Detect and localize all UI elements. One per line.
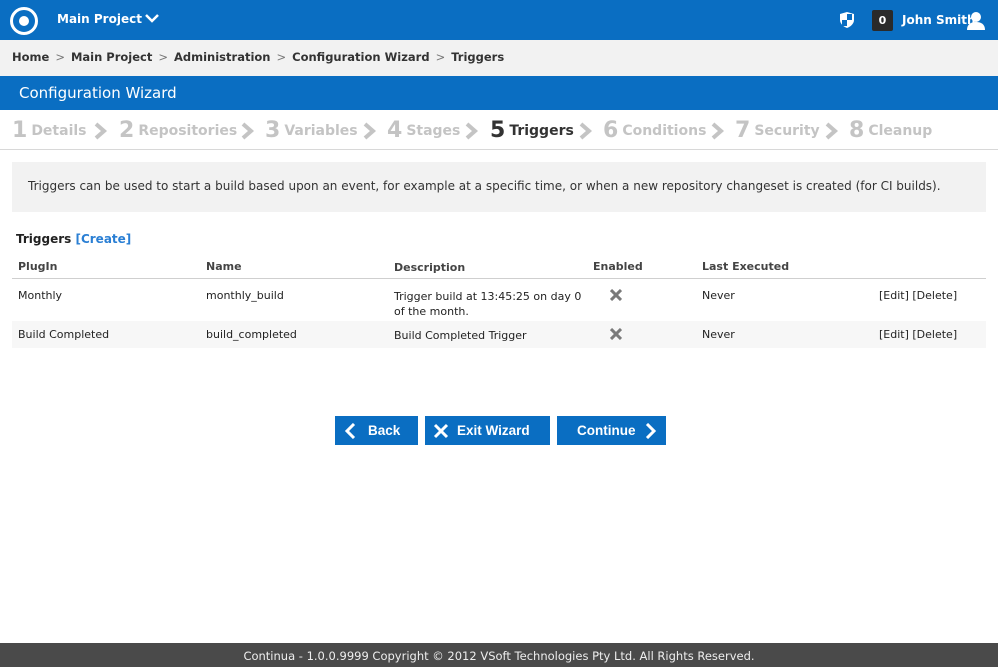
user-icon[interactable] [966,11,986,31]
chevron-right-icon [825,122,839,140]
breadcrumb-configuration-wizard[interactable]: Configuration Wizard [292,50,429,64]
wizard-steps: 1 Details 2 Repositories 3 Variables 4 Stage… [0,110,998,150]
top-bar: Main Project 0 John Smith [0,0,998,40]
cell-last-executed: Never [702,328,735,341]
chevron-right-icon [363,122,377,140]
cell-name: monthly_build [206,289,284,302]
wizard-title: Configuration Wizard [0,76,998,110]
step-repositories[interactable]: 2 Repositories [119,118,237,143]
continua-logo-icon[interactable] [10,7,38,35]
chevron-down-icon[interactable] [143,8,161,28]
continue-button[interactable]: Continue [557,416,666,445]
create-trigger-link[interactable]: [Create] [75,232,131,246]
step-cleanup[interactable]: 8 Cleanup [849,118,932,143]
step-details[interactable]: 1 Details [12,118,87,143]
back-button[interactable]: Back [335,416,418,445]
chevron-right-icon [645,423,657,439]
cell-plugin: Monthly [18,289,63,302]
column-header-name: Name [206,260,242,273]
column-header-description: Description [394,261,466,274]
chevron-right-icon [241,122,255,140]
cell-last-executed: Never [702,289,735,302]
chevron-right-icon [579,122,593,140]
chevron-right-icon [94,122,108,140]
shield-icon[interactable] [839,11,855,29]
edit-link[interactable]: [Edit] [879,289,909,302]
disabled-x-icon [609,327,623,343]
chevron-right-icon [711,122,725,140]
step-conditions[interactable]: 6 Conditions [603,118,706,143]
column-header-enabled: Enabled [593,260,643,273]
project-selector-label[interactable]: Main Project [57,12,142,26]
breadcrumb-separator: > [55,50,65,64]
breadcrumb-home[interactable]: Home [12,50,49,64]
cell-description: Trigger build at 13:45:25 on day 0 of th… [394,290,582,318]
footer-copyright: Continua - 1.0.0.9999 Copyright © 2012 V… [0,643,998,667]
column-header-plugin: PlugIn [18,260,58,273]
delete-link[interactable]: [Delete] [912,328,957,341]
step-variables[interactable]: 3 Variables [265,118,358,143]
breadcrumb-administration[interactable]: Administration [174,50,271,64]
exit-wizard-button[interactable]: Exit Wizard [425,416,550,445]
step-security[interactable]: 7 Security [735,118,820,143]
row-actions: [Edit] [Delete] [879,328,957,341]
table-row: Monthly monthly_build Trigger build at 1… [12,279,986,321]
notification-badge[interactable]: 0 [872,10,893,31]
cell-name: build_completed [206,328,297,341]
breadcrumb-separator: > [158,50,168,64]
edit-link[interactable]: [Edit] [879,328,909,341]
chevron-right-icon [465,122,479,140]
cell-plugin: Build Completed [18,328,110,341]
cell-description: Build Completed Trigger [394,329,527,342]
delete-link[interactable]: [Delete] [912,289,957,302]
breadcrumb: Home > Main Project > Administration > Configu… [0,40,998,76]
breadcrumb-project[interactable]: Main Project [71,50,152,64]
row-actions: [Edit] [Delete] [879,289,957,302]
table-row: Build Completed build_completed Build Co… [12,321,986,349]
breadcrumb-triggers: Triggers [451,50,505,64]
step-stages[interactable]: 4 Stages [387,118,460,143]
breadcrumb-separator: > [276,50,287,64]
triggers-title-label: Triggers [16,232,72,246]
close-icon [433,423,449,439]
triggers-section-title: Triggers [Create] [16,232,131,246]
user-name[interactable]: John Smith [902,13,976,27]
column-header-last-executed: Last Executed [702,260,790,273]
disabled-x-icon [609,288,623,304]
triggers-table: PlugIn Name Description Enabled Last Exe… [12,253,986,349]
step-triggers[interactable]: 5 Triggers [490,118,574,143]
info-message: Triggers can be used to start a build ba… [12,162,986,212]
chevron-left-icon [344,423,356,439]
breadcrumb-separator: > [435,50,446,64]
table-header: PlugIn Name Description Enabled Last Exe… [12,253,986,279]
